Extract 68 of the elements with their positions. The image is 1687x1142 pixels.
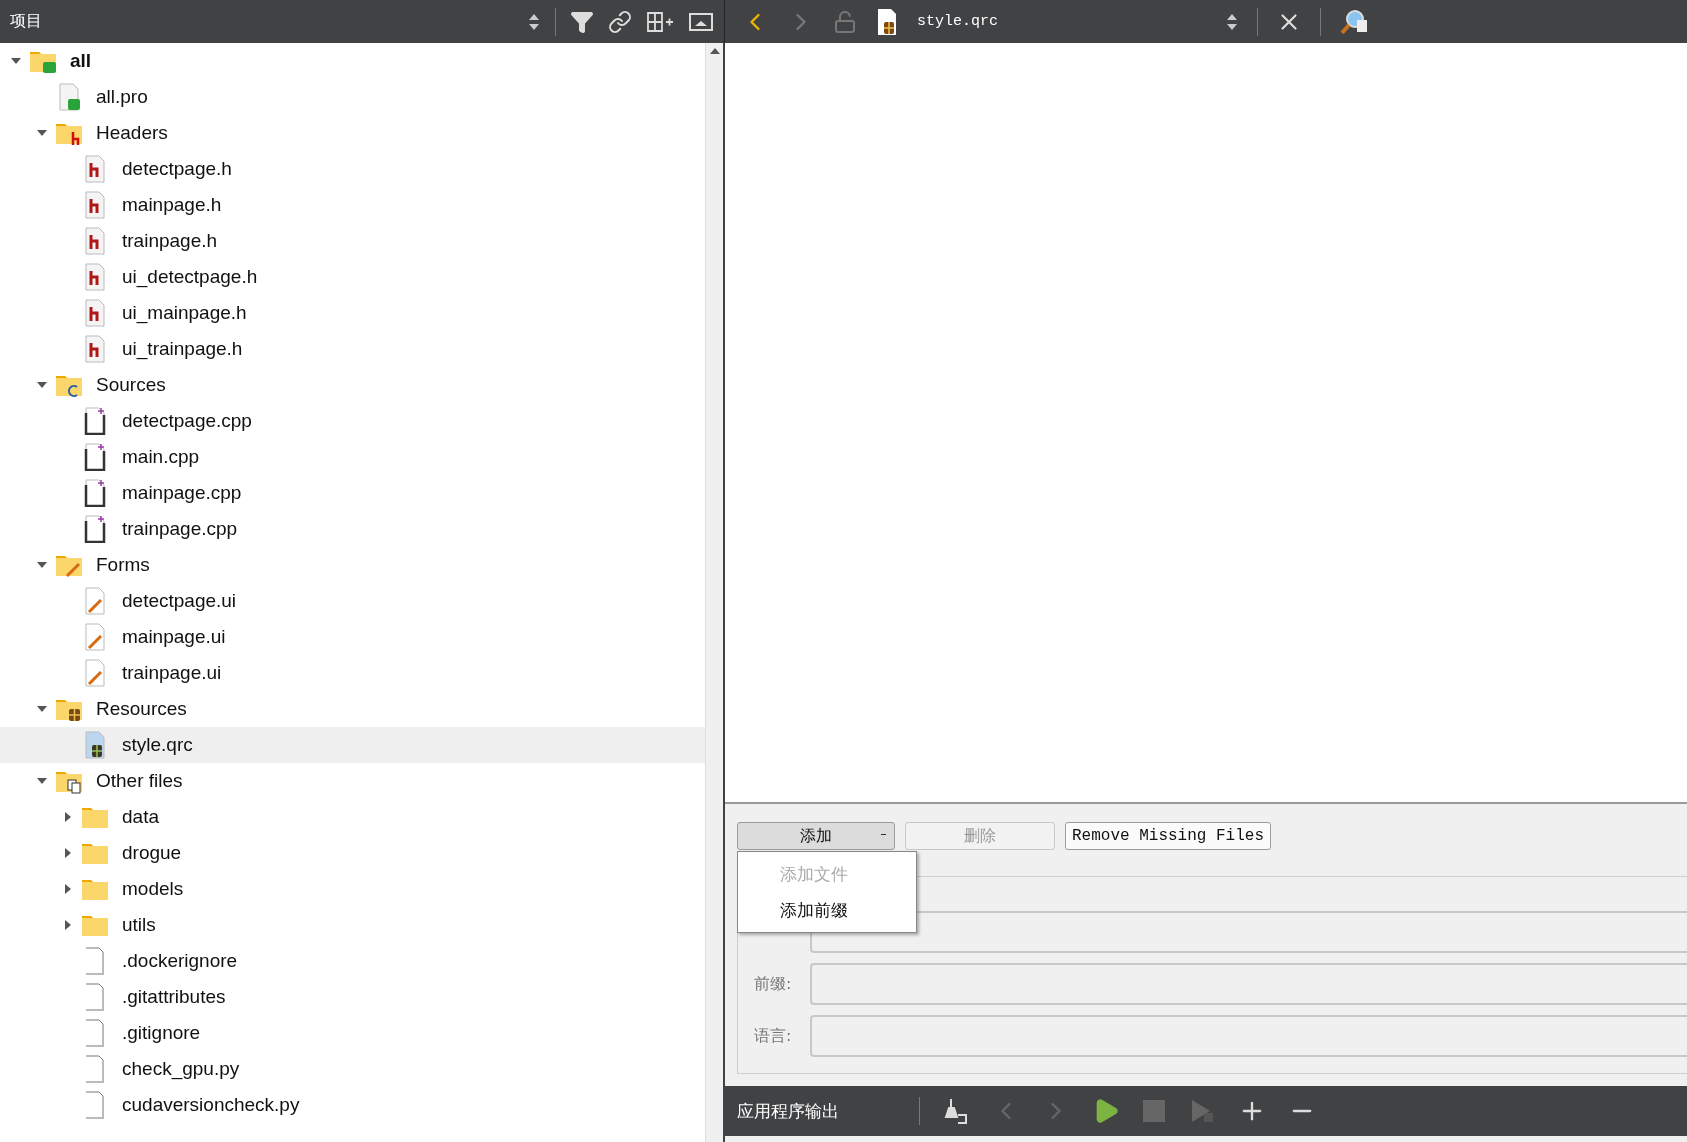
cpp-file-icon bbox=[83, 443, 107, 471]
tree-item[interactable]: trainpage.ui bbox=[0, 655, 705, 691]
file-icon bbox=[85, 1091, 105, 1119]
tree-item[interactable]: .gitattributes bbox=[0, 979, 705, 1015]
tree-item[interactable]: Headers bbox=[0, 115, 705, 151]
tree-item[interactable]: mainpage.h bbox=[0, 187, 705, 223]
link-icon[interactable] bbox=[608, 9, 632, 34]
panel-button[interactable]: Remove Missing Files bbox=[1065, 822, 1271, 850]
tree-item[interactable]: all bbox=[0, 43, 705, 79]
tree-item[interactable]: mainpage.ui bbox=[0, 619, 705, 655]
tree-item[interactable]: ui_detectpage.h bbox=[0, 259, 705, 295]
file-icon bbox=[85, 947, 105, 975]
file-name: style.qrc bbox=[917, 13, 999, 30]
menu-item[interactable]: 添加前缀 bbox=[738, 892, 916, 928]
header-file-icon bbox=[83, 227, 107, 255]
tree-item[interactable]: trainpage.h bbox=[0, 223, 705, 259]
tree-item[interactable]: drogue bbox=[0, 835, 705, 871]
tree-item[interactable]: .gitignore bbox=[0, 1015, 705, 1051]
tree-item[interactable]: Resources bbox=[0, 691, 705, 727]
tree-item[interactable]: trainpage.cpp bbox=[0, 511, 705, 547]
tree-item[interactable]: models bbox=[0, 871, 705, 907]
cpp-file-icon bbox=[83, 479, 107, 507]
tree-item[interactable]: Forms bbox=[0, 547, 705, 583]
resource-file-icon bbox=[83, 731, 107, 759]
tree-item[interactable]: check_gpu.py bbox=[0, 1051, 705, 1087]
scroll-up-icon[interactable] bbox=[709, 47, 720, 55]
tree-item[interactable]: Sources bbox=[0, 367, 705, 403]
split-add-icon[interactable] bbox=[646, 9, 674, 34]
output-title: 应用程序输出 bbox=[737, 1099, 840, 1123]
header-file-icon bbox=[83, 191, 107, 219]
tree-item[interactable]: mainpage.cpp bbox=[0, 475, 705, 511]
tree-item[interactable]: ui_mainpage.h bbox=[0, 295, 705, 331]
cpp-file-icon bbox=[83, 515, 107, 543]
tree-item[interactable]: utils bbox=[0, 907, 705, 943]
header-file-icon bbox=[83, 263, 107, 291]
tree-item[interactable]: detectpage.cpp bbox=[0, 403, 705, 439]
qt-file-icon bbox=[57, 83, 81, 111]
tree-item[interactable]: main.cpp bbox=[0, 439, 705, 475]
broom-icon[interactable] bbox=[942, 1097, 970, 1125]
cpp-file-icon bbox=[83, 407, 107, 435]
tree-item[interactable]: all.pro bbox=[0, 79, 705, 115]
field-label: 语言: bbox=[754, 1025, 793, 1047]
field-label: 前缀: bbox=[754, 973, 793, 995]
dropdown-button[interactable]: 添加 bbox=[737, 822, 895, 850]
filter-icon[interactable] bbox=[570, 9, 594, 34]
tree-item[interactable]: .dockerignore bbox=[0, 943, 705, 979]
magnifier-icon[interactable] bbox=[1339, 7, 1369, 36]
input-field[interactable] bbox=[810, 963, 1687, 1005]
input-field[interactable] bbox=[810, 1015, 1687, 1057]
file-icon bbox=[85, 1019, 105, 1047]
tree-item[interactable]: cudaversioncheck.py bbox=[0, 1087, 705, 1123]
tree-item[interactable]: detectpage.h bbox=[0, 151, 705, 187]
pane-title: 项目 bbox=[10, 11, 43, 32]
form-file-icon bbox=[83, 587, 107, 615]
tree-item[interactable]: data bbox=[0, 799, 705, 835]
file-icon bbox=[85, 1055, 105, 1083]
form-file-icon bbox=[83, 659, 107, 687]
form-file-icon bbox=[83, 623, 107, 651]
tree-item[interactable]: detectpage.ui bbox=[0, 583, 705, 619]
header-file-icon bbox=[83, 155, 107, 183]
resource-file-icon bbox=[875, 7, 899, 36]
tree-item[interactable]: ui_trainpage.h bbox=[0, 331, 705, 367]
tree-item[interactable]: style.qrc bbox=[0, 727, 705, 763]
header-file-icon bbox=[83, 299, 107, 327]
header-file-icon bbox=[83, 335, 107, 363]
window-icon[interactable] bbox=[688, 10, 714, 33]
file-icon bbox=[85, 983, 105, 1011]
tree-item[interactable]: Other files bbox=[0, 763, 705, 799]
